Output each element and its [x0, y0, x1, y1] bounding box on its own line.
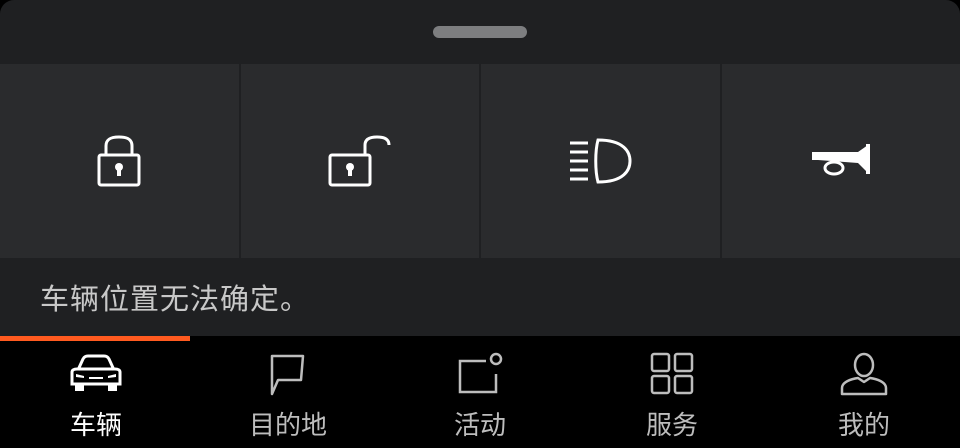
nav-label-services: 服务 [645, 411, 698, 441]
unlock-icon [328, 135, 391, 187]
nav-tab-profile[interactable]: 我的 [768, 341, 960, 448]
nav-label-activity: 活动 [453, 411, 506, 441]
headlight-icon [570, 138, 632, 184]
lock-icon [97, 135, 141, 187]
headlight-button[interactable] [481, 64, 720, 258]
activity-icon [456, 351, 504, 397]
nav-label-destination: 目的地 [248, 411, 327, 441]
drag-handle[interactable] [433, 26, 527, 38]
horn-icon [811, 144, 870, 176]
horn-button[interactable] [721, 64, 960, 258]
nav-label-profile: 我的 [837, 411, 890, 441]
vehicle-control-sheet: 车辆位置无法确定。 [0, 0, 960, 336]
nav-tab-destination[interactable]: 目的地 [192, 341, 384, 448]
vehicle-location-status: 车辆位置无法确定。 [40, 282, 311, 316]
nav-tab-vehicle[interactable]: 车辆 [0, 341, 192, 448]
car-icon [69, 351, 123, 397]
destination-flag-icon [268, 351, 308, 397]
nav-tab-activity[interactable]: 活动 [384, 341, 576, 448]
services-grid-icon [649, 351, 695, 397]
unlock-button[interactable] [240, 64, 479, 258]
nav-label-vehicle: 车辆 [69, 411, 122, 441]
quick-actions [0, 64, 960, 258]
nav-tab-services[interactable]: 服务 [576, 341, 768, 448]
bottom-navigation: 车辆 目的地 活动 服务 我的 [0, 341, 960, 448]
profile-icon [839, 351, 889, 397]
lock-button[interactable] [0, 64, 239, 258]
